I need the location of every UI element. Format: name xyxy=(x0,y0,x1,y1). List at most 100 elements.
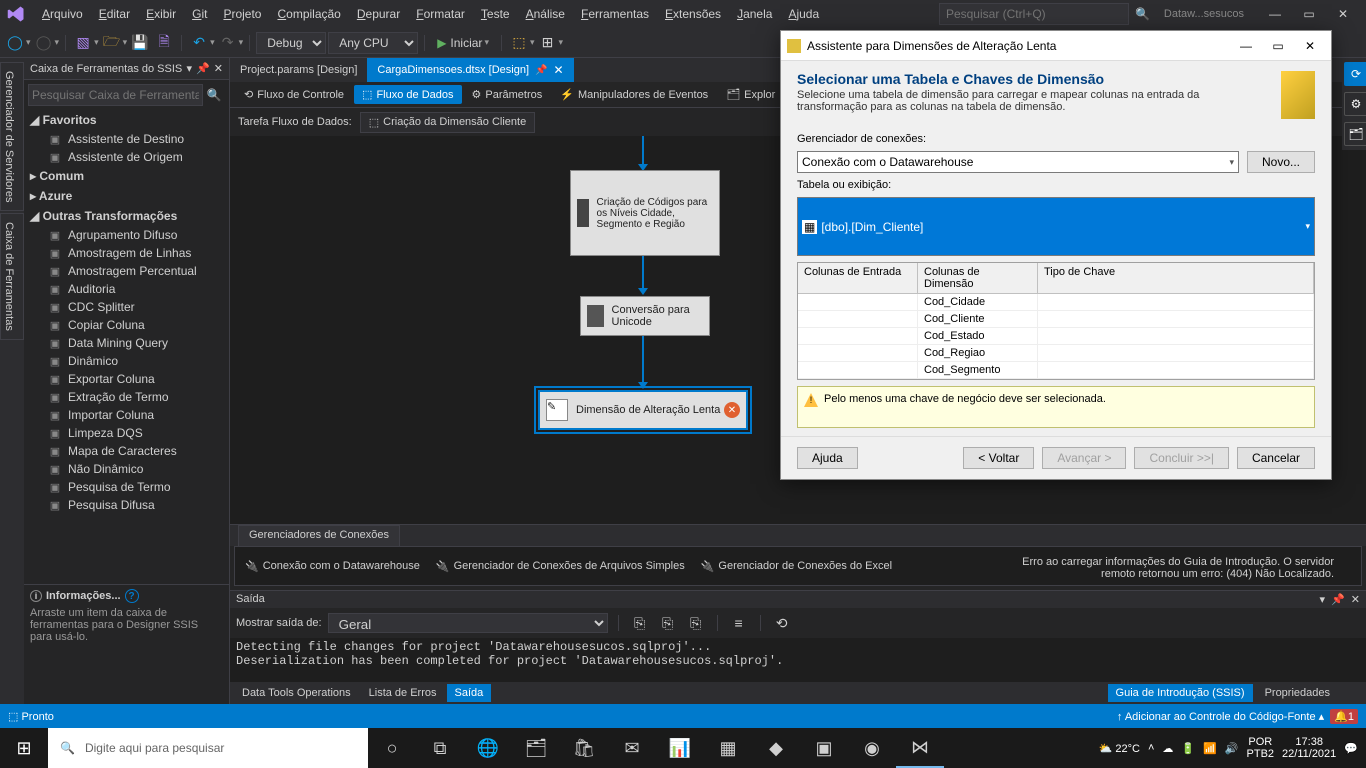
dropdown-icon[interactable]: ▾ xyxy=(1320,593,1326,606)
new-project-icon[interactable]: ▧ xyxy=(72,32,94,54)
bottom-tab[interactable]: Lista de Erros xyxy=(361,684,445,702)
language-indicator[interactable]: PORPTB2 xyxy=(1247,736,1275,760)
search-icon[interactable]: 🔍 xyxy=(203,84,225,106)
platform-combo[interactable]: Any CPU xyxy=(328,32,418,54)
connection-item[interactable]: 🔌Gerenciador de Conexões de Arquivos Sim… xyxy=(436,560,685,573)
app-icon[interactable]: ▣ xyxy=(800,728,848,768)
tray-chevron-icon[interactable]: ˄ xyxy=(1148,742,1154,754)
bottom-tab[interactable]: Data Tools Operations xyxy=(234,684,359,702)
clock[interactable]: 17:3822/11/2021 xyxy=(1282,736,1336,760)
search-icon[interactable]: 🔍 xyxy=(1135,7,1150,21)
connection-item[interactable]: 🔌Conexão com o Datawarehouse xyxy=(245,560,420,573)
bottom-tab[interactable]: Saída xyxy=(447,684,492,702)
edge-icon[interactable]: 🌐 xyxy=(464,728,512,768)
design-tab[interactable]: 🗂 Explor xyxy=(718,85,783,104)
mail-icon[interactable]: ✉ xyxy=(608,728,656,768)
pin-icon[interactable]: 📌 xyxy=(535,65,547,76)
properties-icon[interactable]: ⚙ xyxy=(1344,92,1366,116)
output-tool-icon[interactable]: ≡ xyxy=(728,612,750,634)
toolbox-item[interactable]: ▣Assistente de Destino xyxy=(24,130,229,148)
close-icon[interactable]: ✕ xyxy=(553,63,563,77)
toolbox-item[interactable]: ▣Assistente de Origem xyxy=(24,148,229,166)
battery-icon[interactable]: 🔋 xyxy=(1181,742,1195,755)
output-source-combo[interactable]: Geral xyxy=(328,613,608,633)
conn-tab[interactable]: Gerenciadores de Conexões xyxy=(238,525,400,546)
config-combo[interactable]: Debug xyxy=(256,32,326,54)
save-all-icon[interactable]: 🗎 xyxy=(153,32,175,54)
toolbox-item[interactable]: ▣Auditoria xyxy=(24,280,229,298)
toolbox-item[interactable]: ▣Não Dinâmico xyxy=(24,460,229,478)
app-icon[interactable]: ◆ xyxy=(752,728,800,768)
side-tab-server-explorer[interactable]: Gerenciador de Servidores xyxy=(0,62,24,211)
start-button[interactable]: ▶Iniciar▾ xyxy=(431,34,495,52)
notification-icon[interactable]: 🔔1 xyxy=(1330,709,1358,724)
table-combo[interactable]: ▦[dbo].[Dim_Cliente] ▾ xyxy=(797,197,1315,256)
notifications-icon[interactable]: 💬 xyxy=(1344,742,1358,755)
menu-janela[interactable]: Janela xyxy=(729,3,780,25)
close-button[interactable]: ✕ xyxy=(1326,0,1360,28)
undo-icon[interactable]: ↶ xyxy=(188,32,210,54)
menu-arquivo[interactable]: Arquivo xyxy=(34,3,91,25)
toolbox-item[interactable]: ▣Agrupamento Difuso xyxy=(24,226,229,244)
connection-item[interactable]: 🔌Gerenciador de Conexões do Excel xyxy=(701,560,892,573)
output-tool-icon[interactable]: ⎘ xyxy=(629,612,651,634)
connection-combo[interactable]: Conexão com o Datawarehouse▾ xyxy=(797,151,1239,173)
toolbox-item[interactable]: ▣Dinâmico xyxy=(24,352,229,370)
redo-icon[interactable]: ↷ xyxy=(217,32,239,54)
back-icon[interactable]: ◯ xyxy=(4,32,26,54)
grid-row[interactable]: Cod_Cliente xyxy=(798,311,1314,328)
document-tab[interactable]: CargaDimensoes.dtsx [Design] 📌 ✕ xyxy=(367,58,573,82)
toolbox-item[interactable]: ▣Amostragem Percentual xyxy=(24,262,229,280)
menu-projeto[interactable]: Projeto xyxy=(215,3,269,25)
toolbox-item[interactable]: ▣Exportar Coluna xyxy=(24,370,229,388)
right-tab[interactable]: Guia de Introdução (SSIS) xyxy=(1108,684,1253,702)
toolbox-item[interactable]: ▣Pesquisa de Termo xyxy=(24,478,229,496)
dialog-close-button[interactable]: ✕ xyxy=(1295,35,1325,57)
pin-icon[interactable]: 📌 xyxy=(196,62,210,75)
close-icon[interactable]: ✕ xyxy=(214,62,223,75)
tool-icon-1[interactable]: ⬚ xyxy=(508,32,530,54)
weather-icon[interactable]: ⛅ 22°C xyxy=(1099,742,1140,755)
grid-row[interactable]: Cod_Estado xyxy=(798,328,1314,345)
design-tab[interactable]: ⚡ Manipuladores de Eventos xyxy=(552,85,716,104)
right-tab[interactable]: Propriedades xyxy=(1257,684,1338,702)
source-control-button[interactable]: ↑ Adicionar ao Controle do Código-Fonte … xyxy=(1117,710,1324,723)
toolbox-group[interactable]: ◢ Outras Transformações xyxy=(24,206,229,226)
toolbox-item[interactable]: ▣Amostragem de Linhas xyxy=(24,244,229,262)
output-tool-icon[interactable]: ⎘ xyxy=(685,612,707,634)
toolbox-item[interactable]: ▣Data Mining Query xyxy=(24,334,229,352)
pin-icon[interactable]: 📌 xyxy=(1331,593,1345,606)
toolbox-item[interactable]: ▣Copiar Coluna xyxy=(24,316,229,334)
toolbox-group[interactable]: ◢ Favoritos xyxy=(24,110,229,130)
grid-row[interactable]: Cod_Regiao xyxy=(798,345,1314,362)
toolbox-item[interactable]: ▣Importar Coluna xyxy=(24,406,229,424)
forward-icon[interactable]: ◯ xyxy=(33,32,55,54)
dialog-maximize-button[interactable]: ▭ xyxy=(1263,35,1293,57)
document-tab[interactable]: Project.params [Design] xyxy=(230,58,367,82)
taskbar-search[interactable]: 🔍 Digite aqui para pesquisar xyxy=(48,728,368,768)
design-tab[interactable]: ⟲ Fluxo de Controle xyxy=(236,85,352,104)
menu-formatar[interactable]: Formatar xyxy=(408,3,473,25)
open-icon[interactable]: 🗁 xyxy=(101,32,123,54)
menu-teste[interactable]: Teste xyxy=(473,3,518,25)
menu-análise[interactable]: Análise xyxy=(518,3,573,25)
volume-icon[interactable]: 🔊 xyxy=(1225,742,1239,755)
output-tool-icon[interactable]: ⟲ xyxy=(771,612,793,634)
dialog-minimize-button[interactable]: ― xyxy=(1231,35,1261,57)
help-button[interactable]: Ajuda xyxy=(797,447,858,469)
store-icon[interactable]: 🛍 xyxy=(560,728,608,768)
toolbox-item[interactable]: ▣Extração de Termo xyxy=(24,388,229,406)
close-icon[interactable]: ✕ xyxy=(1351,593,1360,606)
save-icon[interactable]: 💾 xyxy=(129,32,151,54)
toolbox-item[interactable]: ▣Limpeza DQS xyxy=(24,424,229,442)
grid-row[interactable]: Cod_Cidade xyxy=(798,294,1314,311)
explorer-icon[interactable]: 🗂 xyxy=(512,728,560,768)
design-tab[interactable]: ⚙ Parâmetros xyxy=(464,85,551,104)
node-3[interactable]: ✎ Dimensão de Alteração Lenta ✕ xyxy=(538,390,748,430)
column-mapping-grid[interactable]: Colunas de Entrada Colunas de Dimensão T… xyxy=(797,262,1315,380)
output-text[interactable]: Detecting file changes for project 'Data… xyxy=(230,638,1366,682)
toolbox-search-input[interactable] xyxy=(28,84,203,106)
output-tool-icon[interactable]: ⎘ xyxy=(657,612,679,634)
title-search-input[interactable] xyxy=(939,3,1129,25)
toolbox-item[interactable]: ▣Pesquisa Difusa xyxy=(24,496,229,514)
